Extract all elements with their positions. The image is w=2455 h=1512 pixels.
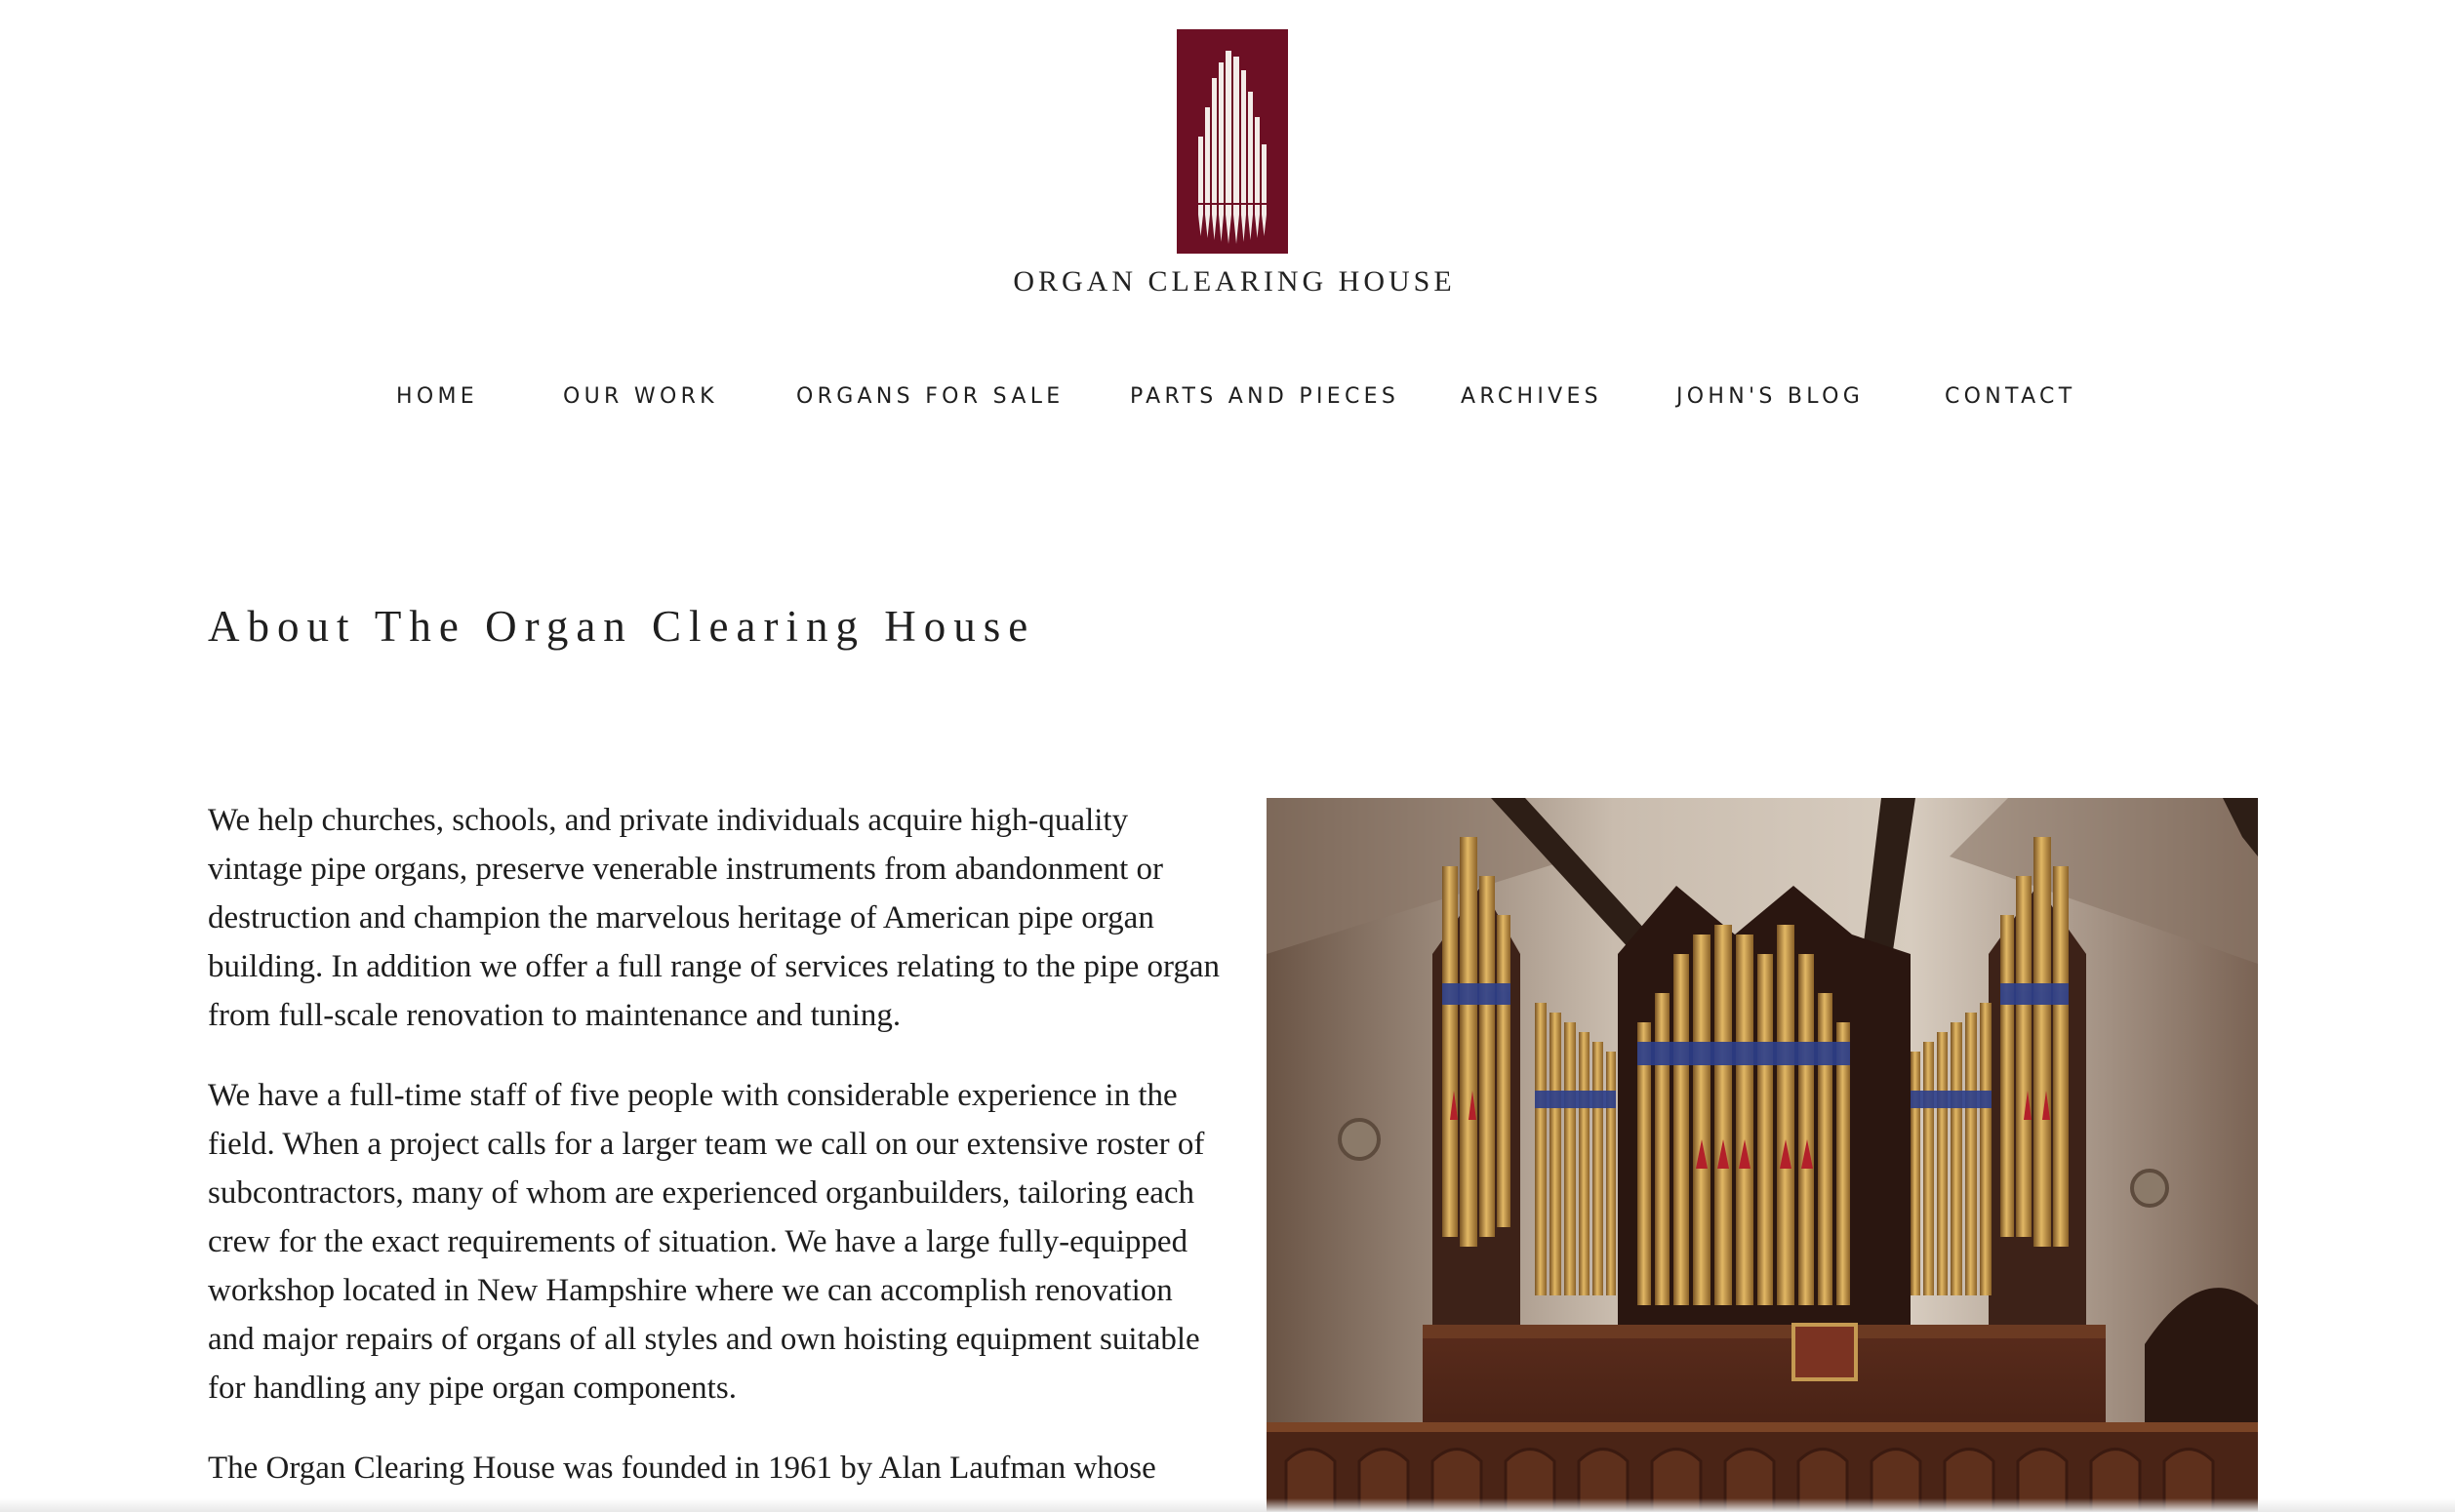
nav-johns-blog[interactable]: JOHN'S BLOG	[1676, 384, 1864, 409]
viewport-edge	[0, 1498, 2455, 1512]
nav-home[interactable]: HOME	[396, 384, 478, 409]
nav-archives[interactable]: ARCHIVES	[1461, 384, 1602, 409]
page-title: About The Organ Clearing House	[208, 602, 1036, 651]
paragraph-intro: We help churches, schools, and private i…	[208, 803, 1221, 1033]
organ-pipes-icon	[1198, 51, 1267, 244]
paragraph-founding: The Organ Clearing House was founded in …	[208, 1451, 1156, 1486]
nav-parts-and-pieces[interactable]: PARTS AND PIECES	[1130, 384, 1399, 409]
nav-organs-for-sale[interactable]: ORGANS FOR SALE	[796, 384, 1064, 409]
pipe-organ-photo	[1267, 798, 2258, 1512]
paragraph-staff: We have a full-time staff of five people…	[208, 1078, 1205, 1406]
nav-contact[interactable]: CONTACT	[1945, 384, 2075, 409]
main-navigation: HOME OUR WORK ORGANS FOR SALE PARTS AND …	[0, 384, 2455, 414]
nav-our-work[interactable]: OUR WORK	[563, 384, 718, 409]
logo-mark[interactable]	[1177, 29, 1288, 254]
about-text: We help churches, schools, and private i…	[208, 796, 1223, 1512]
site-logo-text[interactable]: ORGAN CLEARING HOUSE	[0, 265, 2455, 298]
